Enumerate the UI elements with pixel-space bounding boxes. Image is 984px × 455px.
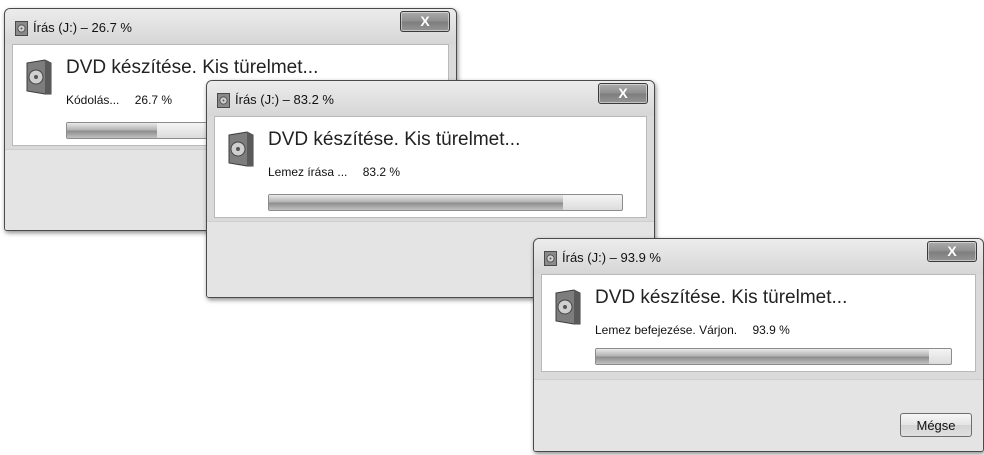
dvd-progress-window-3: Írás (J:) – 93.9 % X DVD készítése. Kis … xyxy=(533,238,984,452)
dialog-heading: DVD készítése. Kis türelmet... xyxy=(595,287,848,308)
dvd-burner-icon xyxy=(217,93,230,108)
close-button[interactable]: X xyxy=(927,241,977,262)
percent-text: 93.9 % xyxy=(752,323,790,337)
title-bar[interactable]: Írás (J:) – 93.9 % X xyxy=(534,239,983,274)
status-line: Lemez befejezése. Várjon. 93.9 % xyxy=(595,323,790,337)
content-area: DVD készítése. Kis türelmet... Lemez bef… xyxy=(541,274,976,372)
disc-case-icon xyxy=(228,131,254,167)
progress-fill xyxy=(596,349,930,364)
dialog-footer: Mégse xyxy=(534,379,983,451)
close-icon: X xyxy=(420,13,430,29)
status-line: Lemez írása ... 83.2 % xyxy=(268,165,400,179)
window-title: Írás (J:) – 93.9 % xyxy=(562,250,661,265)
close-button[interactable]: X xyxy=(598,83,648,104)
close-button[interactable]: X xyxy=(400,11,450,32)
status-text: Lemez befejezése. Várjon. xyxy=(595,323,738,337)
dialog-heading: DVD készítése. Kis türelmet... xyxy=(66,57,319,78)
progress-fill xyxy=(67,123,158,138)
progress-fill xyxy=(269,195,563,210)
content-area: DVD készítése. Kis türelmet... Lemez írá… xyxy=(214,116,647,218)
dvd-burner-icon xyxy=(544,251,557,266)
close-icon: X xyxy=(947,243,957,259)
cancel-button[interactable]: Mégse xyxy=(900,413,972,437)
status-line: Kódolás... 26.7 % xyxy=(66,93,172,107)
title-bar[interactable]: Írás (J:) – 26.7 % X xyxy=(5,9,456,44)
disc-case-icon xyxy=(555,289,581,325)
percent-text: 26.7 % xyxy=(134,93,173,107)
window-title: Írás (J:) – 83.2 % xyxy=(235,92,334,107)
dialog-heading: DVD készítése. Kis türelmet... xyxy=(268,129,521,150)
progress-bar xyxy=(268,194,623,211)
dvd-burner-icon xyxy=(15,21,28,36)
progress-bar xyxy=(595,348,952,365)
status-text: Lemez írása ... xyxy=(268,165,348,179)
window-title: Írás (J:) – 26.7 % xyxy=(33,20,132,35)
disc-case-icon xyxy=(26,59,52,95)
title-bar[interactable]: Írás (J:) – 83.2 % X xyxy=(207,81,654,116)
status-text: Kódolás... xyxy=(66,93,120,107)
percent-text: 83.2 % xyxy=(362,165,401,179)
close-icon: X xyxy=(618,85,628,101)
